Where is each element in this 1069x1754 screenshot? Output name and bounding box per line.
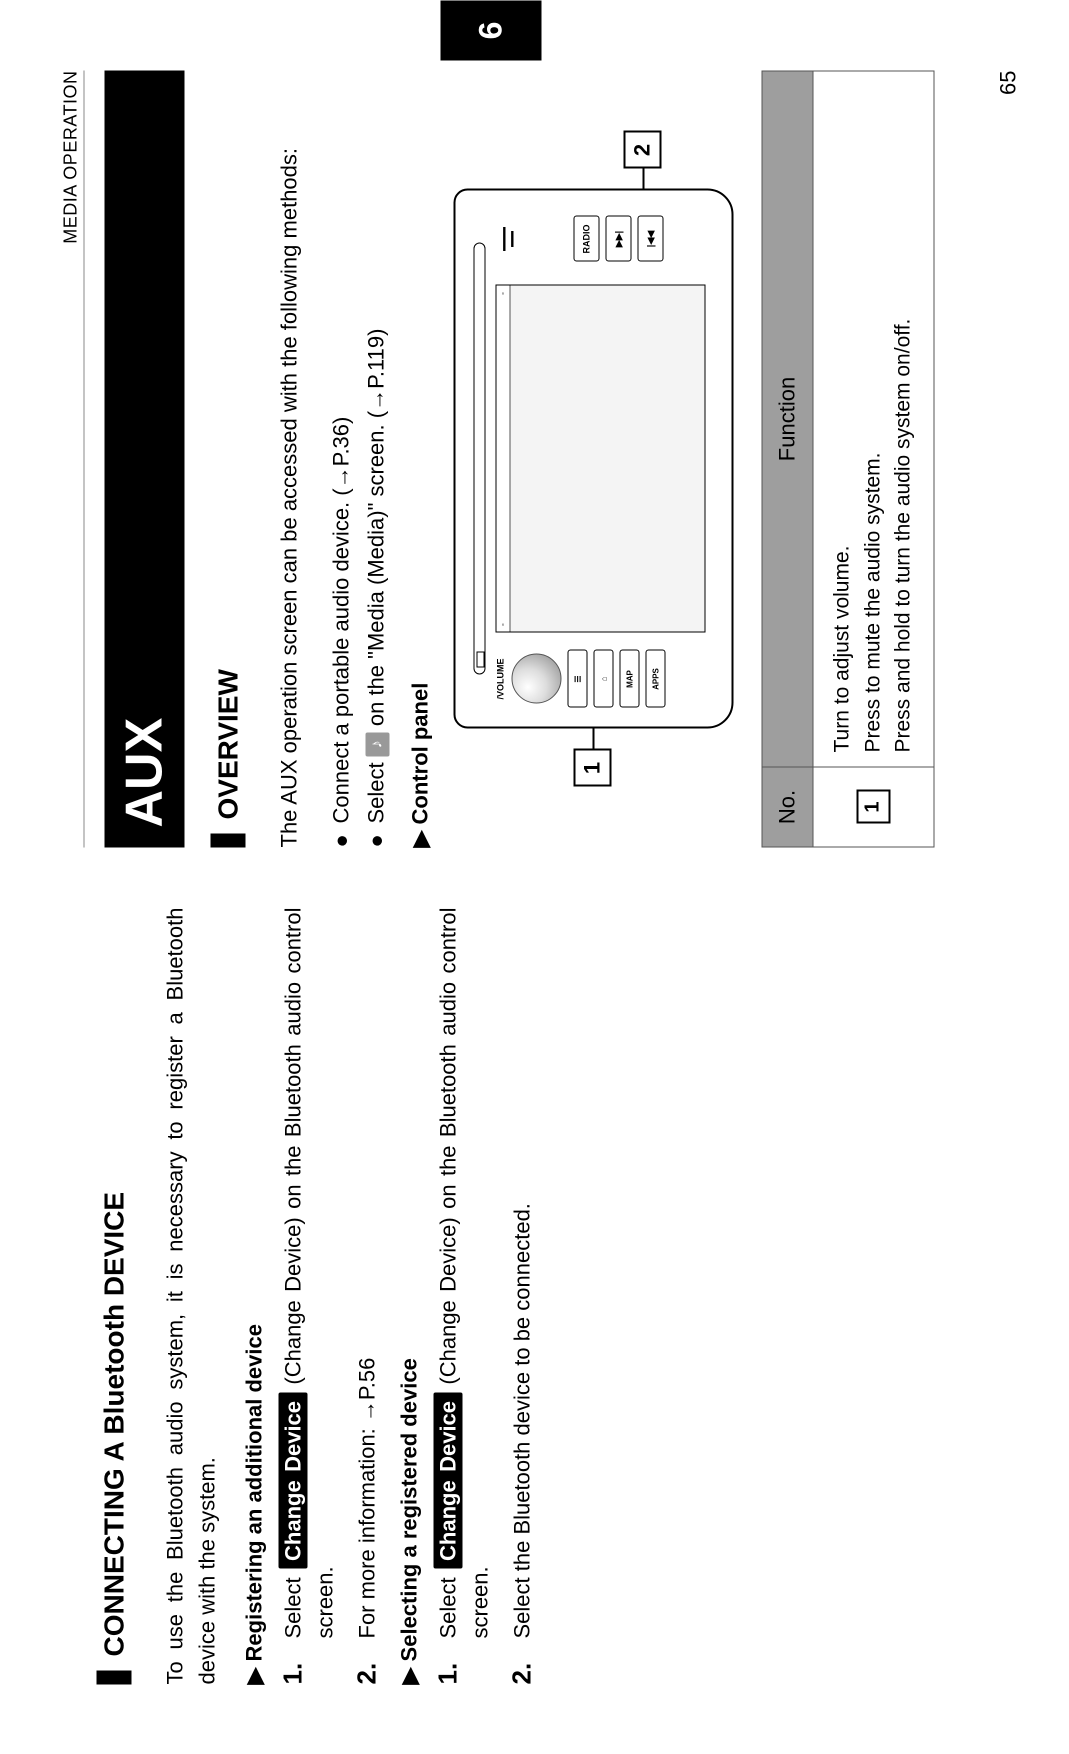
page-header: MEDIA OPERATION	[60, 70, 84, 847]
chapter-side-tab: 6	[440, 0, 541, 60]
page-number: 65	[995, 70, 1021, 94]
bullet-item: ● Connect a portable audio device. (→P.3…	[323, 70, 358, 847]
bullet2-wrap: Select ♪ on the "Media (Media)" screen. …	[358, 328, 393, 823]
head-unit-device: /VOLUME ☰ ⌂ MAP APPS ◦◦ ▬▬▬▬▬ RAD	[453, 189, 733, 729]
apps-button[interactable]: APPS	[645, 650, 665, 708]
bullet-item: ● Select ♪ on the "Media (Media)" screen…	[358, 70, 393, 847]
seek-prev-button[interactable]: |◀◀	[637, 216, 663, 262]
bullet2-post: on the "Media (Media)" screen. (→P.119)	[363, 328, 388, 732]
screen-bezel-top: ◦◦	[496, 286, 510, 632]
aux-media-icon[interactable]: ♪	[365, 732, 389, 756]
overview-title: OVERVIEW	[210, 70, 245, 847]
register-step-1: 1. Select Change Device (Change Device) …	[277, 907, 341, 1684]
select-step-2: 2. Select the Bluetooth device to be con…	[506, 907, 538, 1684]
select-step-1: 1. Select Change Device (Change Device) …	[432, 907, 496, 1684]
triangle-marker-icon: ▶	[396, 1667, 421, 1684]
right-column: MEDIA OPERATION AUX OVERVIEW The AUX ope…	[60, 70, 1029, 847]
touch-screen[interactable]: ◦◦	[495, 285, 705, 633]
step-number: 1.	[277, 1656, 341, 1684]
bullet1-text: Connect a portable audio device. (→P.36)	[323, 416, 358, 823]
home-button[interactable]: ⌂	[593, 650, 613, 708]
subheading-select-text: Selecting a registered device	[396, 1358, 421, 1661]
step-number: 2.	[506, 1656, 538, 1684]
bt-intro-text: To use the Bluetooth audio system, it is…	[159, 907, 223, 1684]
control-panel-heading-text: Control panel	[407, 682, 432, 824]
radio-button[interactable]: RADIO	[573, 216, 599, 262]
brand-logo: ▬▬▬▬▬	[499, 227, 515, 251]
step1b-pre: Select	[435, 1568, 460, 1638]
map-button[interactable]: MAP	[619, 650, 639, 708]
table-header-function: Function	[762, 71, 813, 767]
triangle-marker-icon: ▶	[241, 1667, 266, 1684]
step1-pre: Select	[280, 1568, 305, 1638]
callout-2: 2	[623, 131, 661, 169]
step-number: 2.	[351, 1656, 383, 1684]
menu-button[interactable]: ☰	[567, 650, 587, 708]
callout-1: 1	[573, 749, 611, 787]
subheading-select: ▶ Selecting a registered device	[396, 907, 422, 1684]
overview-bullets: ● Connect a portable audio device. (→P.3…	[323, 70, 393, 847]
step-number: 1.	[432, 1656, 496, 1684]
func-line: Press to mute the audio system.	[858, 85, 888, 752]
overview-text: The AUX operation screen can be accessed…	[273, 70, 305, 847]
right-button-column: ▬▬▬▬▬ RADIO ▶▶| |◀◀	[495, 203, 705, 275]
change-device-button[interactable]: Change Device	[278, 1392, 307, 1568]
table-cell-no: 1	[813, 767, 933, 847]
step-body: Select Change Device (Change Device) on …	[277, 907, 341, 1638]
triangle-marker-icon: ▶	[407, 830, 432, 847]
callout-ref-1: 1	[856, 790, 890, 824]
left-column: CONNECTING A Bluetooth DEVICE To use the…	[60, 907, 1029, 1684]
subheading-register: ▶ Registering an additional device	[241, 907, 267, 1684]
func-line: Press and hold to turn the audio system …	[888, 85, 918, 752]
step-body: Select Change Device (Change Device) on …	[432, 907, 496, 1638]
left-button-column: /VOLUME ☰ ⌂ MAP APPS	[495, 643, 705, 715]
volume-knob[interactable]	[511, 654, 561, 704]
volume-knob-label: /VOLUME	[495, 658, 505, 699]
step-body: For more information: →P.56	[351, 907, 383, 1638]
table-header-no: No.	[762, 767, 813, 847]
bullet-dot-icon: ●	[323, 833, 358, 847]
func-line: Turn to adjust volume.	[827, 85, 857, 752]
function-table: No. Function 1 Turn to adjust volume. Pr…	[761, 70, 933, 847]
table-cell-function: Turn to adjust volume. Press to mute the…	[813, 71, 933, 767]
step-body: Select the Bluetooth device to be connec…	[506, 907, 538, 1638]
register-step-2: 2. For more information: →P.56	[351, 907, 383, 1684]
bullet2-pre: Select	[363, 756, 388, 823]
seek-next-button[interactable]: ▶▶|	[605, 216, 631, 262]
bullet-dot-icon: ●	[358, 833, 393, 847]
connecting-bt-title: CONNECTING A Bluetooth DEVICE	[96, 907, 131, 1684]
table-row: 1 Turn to adjust volume. Press to mute t…	[813, 71, 933, 847]
aux-title: AUX	[104, 70, 184, 847]
control-panel-figure: 1 2 /VOLUME ☰ ⌂ MAP APPS ◦◦	[453, 189, 733, 729]
screen-display	[510, 286, 704, 632]
subheading-register-text: Registering an additional device	[241, 1324, 266, 1661]
disc-slot	[473, 243, 485, 675]
control-panel-heading: ▶ Control panel	[407, 70, 433, 847]
change-device-button[interactable]: Change Device	[433, 1392, 462, 1568]
